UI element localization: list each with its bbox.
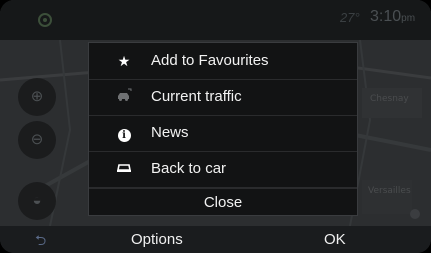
menu-item-label: Add to Favourites (151, 52, 269, 69)
map-label-versailles: Versailles (368, 186, 411, 196)
ok-button[interactable]: OK (324, 231, 346, 248)
zoom-in-button[interactable]: ⊕ (18, 78, 56, 116)
menu-item-label: Current traffic (151, 88, 242, 105)
clock-suffix: pm (401, 13, 416, 24)
car-icon (115, 160, 133, 178)
clock-time: 3:10 (370, 8, 402, 25)
clock: 3:10pm (370, 8, 415, 26)
info-icon: i (115, 124, 133, 142)
traffic-car-icon (115, 88, 133, 106)
zoom-out-icon: ⊖ (30, 131, 44, 148)
close-button[interactable]: Close (89, 188, 357, 216)
zoom-out-button[interactable]: ⊖ (18, 121, 56, 159)
temperature: 27° (340, 10, 360, 25)
star-icon: ★ (117, 53, 131, 69)
menu-item-back-to-car[interactable]: Back to car (89, 151, 357, 188)
menu-item-label: Back to car (151, 160, 227, 177)
menu-item-news[interactable]: i News (89, 115, 357, 152)
zoom-in-icon: ⊕ (30, 88, 44, 105)
gps-icon (38, 13, 52, 27)
options-menu: ★ Add to Favourites Current traffic i Ne… (88, 42, 358, 216)
car-icon: ◒ (32, 192, 42, 209)
status-bar: 27° 3:10pm (0, 0, 431, 40)
vehicle-button[interactable]: ◒ (18, 182, 56, 220)
map-label-chesnay: Chesnay (370, 94, 409, 104)
navigation-screen: 27° 3:10pm Chesnay Versailles ⊕ ⊖ ◒ ⮌ Op… (0, 0, 431, 253)
menu-item-add-to-favourites[interactable]: ★ Add to Favourites (89, 43, 357, 80)
back-arrow-icon[interactable]: ⮌ (35, 230, 46, 253)
bottom-bar: ⮌ Options OK (0, 226, 431, 253)
options-button[interactable]: Options (131, 231, 183, 248)
menu-item-label: News (151, 124, 189, 141)
menu-item-current-traffic[interactable]: Current traffic (89, 79, 357, 116)
